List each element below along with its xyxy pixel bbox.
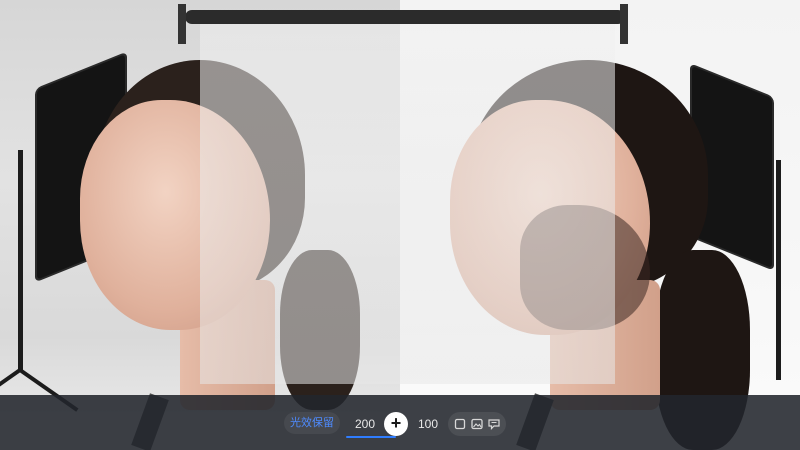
- backdrop-clamp: [178, 4, 186, 44]
- right-value[interactable]: 100: [418, 417, 438, 431]
- add-button[interactable]: +: [384, 412, 408, 436]
- square-icon[interactable]: [453, 417, 467, 431]
- image-icon[interactable]: [470, 417, 484, 431]
- backdrop-clamp: [620, 4, 628, 44]
- view-options: [448, 412, 506, 436]
- active-indicator: [346, 436, 396, 438]
- mode-label[interactable]: 光效保留: [284, 412, 340, 434]
- light-stand-left: [18, 150, 23, 370]
- light-stand-right: [776, 160, 781, 380]
- backdrop-bar: [185, 10, 625, 24]
- left-value[interactable]: 200: [355, 417, 375, 431]
- comparison-viewer: 光效保留 200 + 100: [0, 0, 800, 450]
- backdrop-paper: [200, 24, 615, 384]
- comment-icon[interactable]: [487, 417, 501, 431]
